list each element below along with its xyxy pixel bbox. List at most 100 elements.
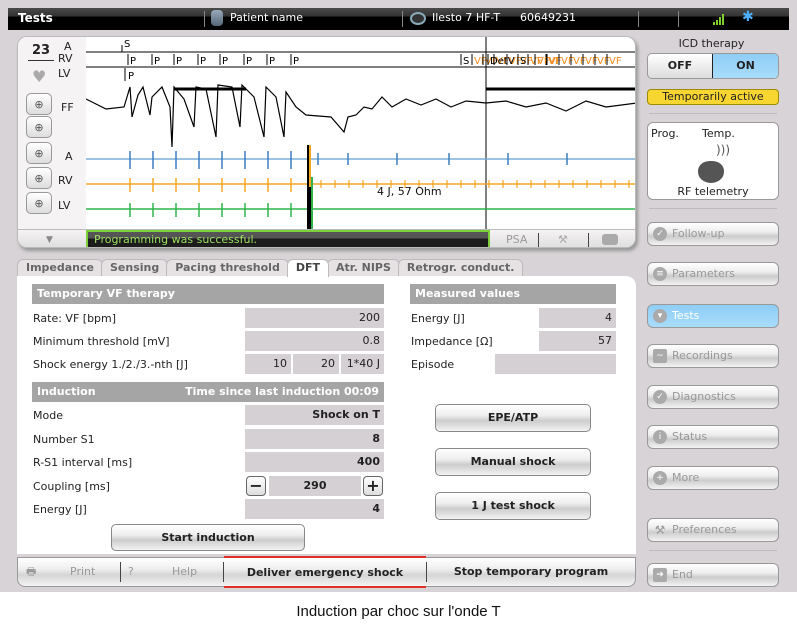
number-s1-value[interactable]: 8	[245, 429, 384, 449]
plus-icon: +	[653, 471, 667, 485]
rv-marker-p: P	[293, 56, 299, 67]
zoom-rv-button[interactable]: ⊕	[26, 167, 52, 189]
icd-off-button[interactable]: OFF	[648, 54, 713, 78]
screen-title: Tests	[18, 11, 53, 25]
nav-label: Preferences	[672, 523, 737, 536]
printer-icon: 🖶	[26, 565, 37, 578]
rv-marker-p: P	[222, 56, 228, 67]
zoom-a-button[interactable]: ⊕	[26, 142, 52, 164]
min-threshold-value[interactable]: 0.8	[245, 331, 384, 351]
test-tabs: Impedance Sensing Pacing threshold DFT A…	[17, 259, 524, 277]
programmer-app: Tests Patient name Ilesto 7 HF-T 6064923…	[0, 0, 797, 592]
zoom-lv-button[interactable]: ⊕	[26, 192, 52, 214]
psa-button[interactable]: PSA	[506, 233, 527, 246]
zoom-icon: ⊕	[34, 120, 44, 134]
tab-dft[interactable]: DFT	[286, 259, 329, 277]
zoom-button[interactable]: ⊕	[26, 116, 52, 138]
divider	[204, 11, 205, 27]
rv-markers: P P P P P P P P S VFVFVF VFVFVF VFDetV S VF VF VF VF VF VF…	[127, 54, 622, 67]
icd-on-button[interactable]: ON	[713, 54, 778, 78]
marker-label-lv: LV	[58, 67, 71, 80]
heart-icon: ♥	[32, 67, 47, 86]
rv-marker-s: S	[463, 56, 469, 67]
shock-energy-2[interactable]: 20	[293, 354, 339, 374]
nav-status[interactable]: i Status	[647, 425, 779, 449]
tab-atr-nips[interactable]: Atr. NIPS	[326, 259, 400, 276]
induction-energy-value[interactable]: 4	[245, 499, 384, 519]
coupling-value[interactable]: 290	[269, 476, 361, 496]
implant-icon	[698, 161, 724, 183]
deliver-emergency-shock-button[interactable]: Deliver emergency shock	[224, 556, 426, 588]
nav-tests[interactable]: ▾ Tests	[647, 304, 779, 328]
mode-value[interactable]: Shock on T	[245, 405, 384, 425]
nav-label: Diagnostics	[672, 390, 736, 403]
rate-vf-value[interactable]: 200	[245, 308, 384, 328]
test-shock-button[interactable]: 1 J test shock	[435, 492, 591, 520]
zoom-ff-button[interactable]: ⊕	[26, 93, 52, 115]
rate-vf-label: Rate: VF [bpm]	[33, 312, 117, 325]
nav-parameters[interactable]: ≡ Parameters	[647, 262, 779, 286]
divider	[649, 113, 777, 114]
device-icon	[410, 12, 426, 25]
camera-icon[interactable]	[602, 234, 618, 245]
tab-pacing-threshold[interactable]: Pacing threshold	[166, 259, 289, 276]
nav-preferences[interactable]: ⚒ Preferences	[647, 518, 779, 542]
figure-caption: Induction par choc sur l'onde T	[296, 603, 501, 620]
manual-shock-button[interactable]: Manual shock	[435, 448, 591, 476]
measured-values-header: Measured values	[410, 284, 616, 304]
icd-therapy-toggle[interactable]: OFF ON	[647, 53, 779, 79]
a-marker-s: S	[124, 39, 130, 50]
number-s1-label: Number S1	[33, 433, 95, 446]
help-button[interactable]: Help	[172, 558, 197, 586]
patient-name: Patient name	[230, 11, 303, 24]
nav-recordings[interactable]: ~ Recordings	[647, 344, 779, 368]
induction-energy-label: Energy [J]	[33, 503, 87, 516]
coupling-increment-button[interactable]: +	[363, 476, 383, 496]
icd-therapy-title: ICD therapy	[678, 37, 745, 50]
nav-end[interactable]: ➔ End	[647, 563, 779, 587]
divider	[538, 233, 539, 247]
divider	[638, 11, 639, 27]
nav-follow-up[interactable]: ✓ Follow-up	[647, 222, 779, 246]
tab-retrogr-conduct[interactable]: Retrogr. conduct.	[397, 259, 524, 276]
rv-marker-p: P	[130, 56, 136, 67]
rs1-interval-value[interactable]: 400	[245, 452, 384, 472]
ecg-tool-icon[interactable]: ⚒	[558, 233, 568, 246]
divider	[678, 11, 679, 27]
temp-label: Temp.	[702, 127, 735, 140]
exit-icon: ➔	[653, 568, 667, 582]
print-button[interactable]: Print	[70, 558, 95, 586]
nav-more[interactable]: + More	[647, 466, 779, 490]
tab-sensing[interactable]: Sensing	[101, 259, 169, 276]
bluetooth-icon: ✱	[742, 9, 754, 25]
induction-title: Induction	[37, 385, 96, 398]
patient-icon	[211, 10, 223, 26]
prog-label: Prog.	[651, 127, 679, 140]
coupling-decrement-button[interactable]: −	[246, 476, 266, 496]
lv-marker-p: P	[128, 71, 134, 82]
shock-annotation: 4 J, 57 Ohm	[377, 185, 442, 198]
rv-marker-vf: VF	[537, 56, 550, 67]
egm-label-a: A	[65, 150, 73, 163]
shock-energy-1[interactable]: 10	[245, 354, 291, 374]
nav-label: Follow-up	[672, 227, 725, 240]
episode-value[interactable]	[495, 354, 616, 374]
nav-diagnostics[interactable]: ✓ Diagnostics	[647, 385, 779, 409]
clipboard-icon: ✓	[653, 227, 667, 241]
expand-arrow-icon[interactable]: ▼	[46, 235, 53, 245]
zoom-icon: ⊕	[34, 146, 44, 160]
rv-marker-vf: VF	[597, 56, 610, 67]
epe-atp-button[interactable]: EPE/ATP	[435, 404, 591, 432]
tab-impedance[interactable]: Impedance	[17, 259, 103, 276]
egm-label-lv: LV	[58, 199, 71, 212]
shock-energy-3[interactable]: 1*40 J	[341, 354, 384, 374]
stop-temporary-program-button[interactable]: Stop temporary program	[427, 558, 635, 586]
diagnostics-icon: ✓	[653, 390, 667, 404]
zoom-icon: ⊕	[34, 196, 44, 210]
min-threshold-label: Minimum threshold [mV]	[33, 335, 170, 348]
measured-impedance-label: Impedance [Ω]	[411, 335, 493, 348]
start-induction-button[interactable]: Start induction	[111, 524, 305, 551]
divider	[120, 562, 121, 582]
rv-marker-p: P	[176, 56, 182, 67]
ff-trace	[86, 83, 635, 148]
